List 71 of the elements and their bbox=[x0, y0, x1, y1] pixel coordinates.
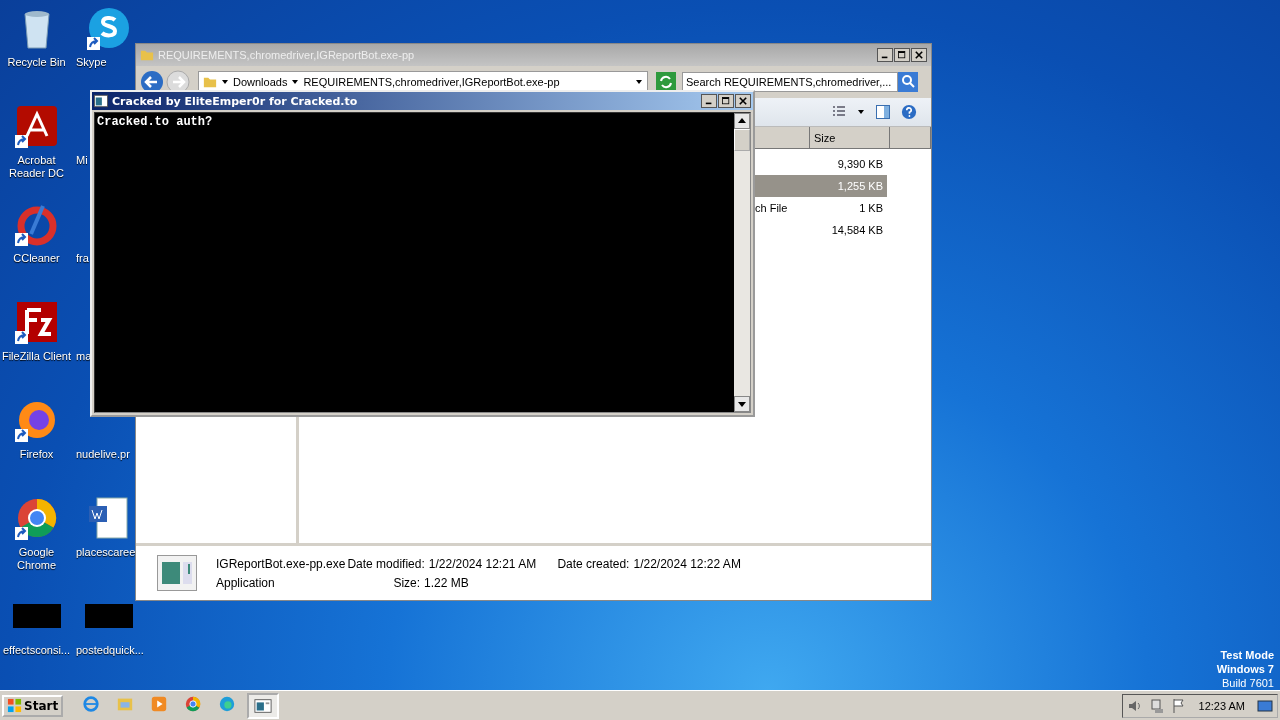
detail-label: Date created: bbox=[557, 556, 630, 571]
search-icon[interactable] bbox=[898, 72, 918, 92]
icon-label: Google Chrome bbox=[15, 546, 58, 572]
detail-value: 1/22/2024 12:21 AM bbox=[428, 556, 537, 571]
console-icon bbox=[94, 94, 108, 108]
minimize-button[interactable] bbox=[701, 94, 717, 108]
scroll-up-button[interactable] bbox=[734, 113, 750, 129]
icon-label: Skype bbox=[76, 56, 107, 69]
start-button[interactable]: Start bbox=[2, 694, 64, 717]
help-icon[interactable] bbox=[901, 104, 917, 120]
search-field[interactable]: Search REQUIREMENTS,chromedriver,... bbox=[682, 72, 898, 92]
console-icon[interactable] bbox=[247, 692, 280, 719]
file-row[interactable]: 9,390 KB bbox=[755, 153, 887, 175]
caret-icon[interactable] bbox=[635, 78, 643, 86]
console-line: Cracked.to auth? bbox=[97, 115, 214, 129]
os-watermark-text: Windows 7 bbox=[1216, 662, 1274, 676]
icon-label: postedquick... bbox=[76, 644, 144, 657]
windows-logo-icon bbox=[7, 698, 22, 713]
detail-value: 1/22/2024 12:22 AM bbox=[633, 556, 741, 571]
close-button[interactable] bbox=[911, 48, 927, 62]
icon-label: placescaree bbox=[76, 546, 136, 559]
icon-label: Acrobat Reader DC bbox=[8, 154, 65, 180]
close-button[interactable] bbox=[735, 94, 751, 108]
table-cell-text: 9,390 KB bbox=[837, 158, 884, 170]
refresh-button[interactable] bbox=[656, 72, 676, 92]
maximize-button[interactable] bbox=[894, 48, 910, 62]
breadcrumb[interactable]: REQUIREMENTS,chromedriver,IGReportBot.exe-pp bbox=[303, 76, 560, 88]
icon-label: nudelive.pr bbox=[76, 448, 130, 461]
folder-icon bbox=[140, 48, 154, 62]
scrollbar[interactable] bbox=[734, 113, 750, 412]
show-desktop-button[interactable] bbox=[1257, 697, 1273, 714]
window-title: REQUIREMENTS,chromedriver,IGReportBot.exe-pp bbox=[158, 49, 416, 61]
icon-label: fra bbox=[76, 252, 89, 265]
scrollbar-thumb[interactable] bbox=[734, 129, 750, 151]
table-cell-text: 1 KB bbox=[859, 202, 884, 214]
close-icon bbox=[915, 51, 923, 59]
caret-icon[interactable] bbox=[857, 108, 865, 116]
icon-label: Mi bbox=[76, 154, 88, 167]
icon-label: CCleaner bbox=[13, 252, 60, 265]
breadcrumb[interactable]: Downloads bbox=[233, 76, 288, 88]
icon-label: effectsconsi... bbox=[2, 644, 71, 657]
icon-label: FileZilla Client bbox=[1, 350, 72, 363]
maximize-button[interactable] bbox=[718, 94, 734, 108]
address-bar[interactable]: Downloads REQUIREMENTS,chromedriver,IGReportBot.exe-pp bbox=[198, 71, 648, 93]
detail-label: Size: bbox=[393, 575, 421, 590]
file-row[interactable]: 14,584 KB bbox=[755, 219, 887, 241]
caret-icon[interactable] bbox=[221, 78, 229, 86]
table-cell-text: 14,584 KB bbox=[831, 224, 884, 236]
column-header[interactable] bbox=[890, 127, 931, 149]
maximize-icon bbox=[898, 51, 906, 59]
scroll-down-button[interactable] bbox=[734, 396, 750, 412]
os-watermark-text: Build 7601 bbox=[1222, 676, 1274, 690]
icon-label: Firefox bbox=[19, 448, 54, 461]
clock[interactable]: 12:23 AM bbox=[1198, 699, 1245, 712]
minimize-button[interactable] bbox=[877, 48, 893, 62]
icon-label: Recycle Bin bbox=[7, 56, 66, 69]
caret-icon[interactable] bbox=[291, 78, 300, 86]
preview-pane-icon[interactable] bbox=[875, 104, 891, 120]
flag-icon[interactable] bbox=[1170, 697, 1187, 714]
table-cell-text: 1,255 KB bbox=[837, 180, 884, 192]
application-icon bbox=[156, 555, 198, 591]
window-title: Cracked by EliteEmper0r for Cracked.to bbox=[112, 94, 359, 108]
close-icon bbox=[739, 97, 747, 105]
os-watermark-text: Test Mode bbox=[1220, 648, 1274, 662]
maximize-icon bbox=[722, 97, 730, 105]
detail-label: Date modified: bbox=[347, 556, 425, 571]
file-row[interactable]: ch File 1 KB bbox=[755, 197, 887, 219]
table-cell: ch File bbox=[755, 202, 788, 214]
file-name: IGReportBot.exe-pp.exe bbox=[216, 556, 346, 571]
file-type: Application bbox=[216, 575, 276, 590]
detail-value: 1.22 MB bbox=[424, 575, 469, 590]
